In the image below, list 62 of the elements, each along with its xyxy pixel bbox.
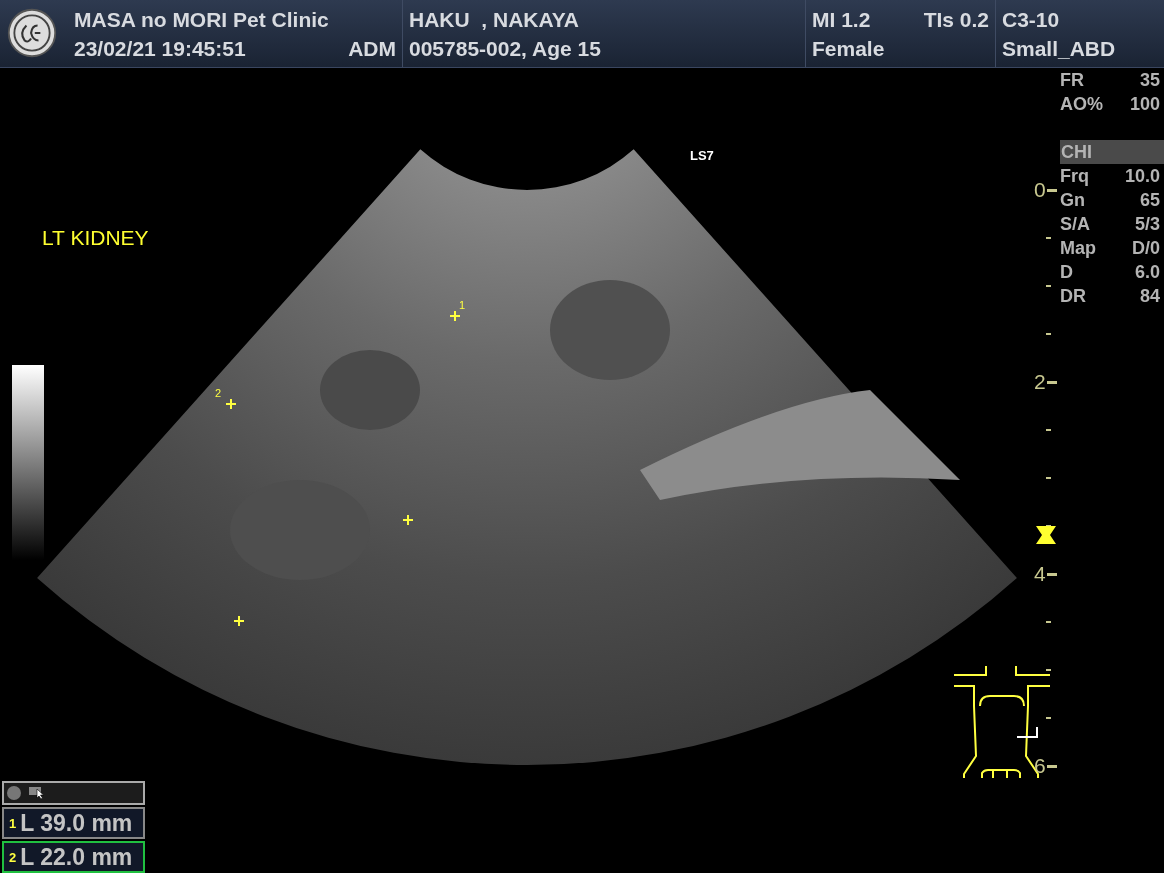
depth-tick xyxy=(1046,285,1051,287)
operator: ADM xyxy=(348,35,396,61)
patient-name: HAKU , NAKAYA xyxy=(409,6,580,32)
parameter-name: D xyxy=(1060,261,1073,284)
parameter-name: FR xyxy=(1060,69,1084,92)
measurement-index: 1 xyxy=(9,815,17,831)
depth-label: 0 xyxy=(1034,178,1046,202)
depth-tick xyxy=(1047,765,1057,768)
measurement-row[interactable]: 2 L 22.0 mm xyxy=(2,841,145,873)
cursor-icon xyxy=(29,786,47,800)
parameter-value: 10.0 xyxy=(1124,165,1160,188)
measurement-row[interactable]: 1 L 39.0 mm xyxy=(2,807,145,839)
depth-tick xyxy=(1046,669,1051,671)
depth-tick xyxy=(1046,717,1051,719)
probe-mark-label: LS7 xyxy=(690,148,714,163)
patient-id: 005785-002, Age 15 xyxy=(409,35,602,61)
parameter-name: Frq xyxy=(1060,165,1089,188)
depth-tick xyxy=(1046,477,1051,479)
parameter-name: AO% xyxy=(1060,93,1103,116)
measurement-value: L 22.0 mm xyxy=(20,843,133,871)
probe-name: C3-10 xyxy=(1002,6,1061,32)
parameter-name: DR xyxy=(1060,285,1086,308)
caliper-cross-icon xyxy=(233,615,245,627)
depth-label: 6 xyxy=(1034,754,1046,778)
mode-header: CHI xyxy=(1060,140,1164,164)
parameter-value: D/0 xyxy=(1132,237,1160,260)
parameter-name: Gn xyxy=(1060,189,1085,212)
depth-tick xyxy=(1046,333,1051,335)
record-icon xyxy=(7,786,21,800)
caliper-label: 1 xyxy=(459,299,466,311)
parameter-name: S/A xyxy=(1060,213,1090,236)
clinic-name: MASA no MORI Pet Clinic xyxy=(74,6,330,32)
depth-tick xyxy=(1046,429,1051,431)
cursor-corner-icon xyxy=(1016,726,1038,738)
parameter-value: 100 xyxy=(1129,93,1160,116)
parameter-name: Map xyxy=(1060,237,1096,260)
depth-tick xyxy=(1047,381,1057,384)
annotation-text: LT KIDNEY xyxy=(42,226,149,250)
parameter-value: 84 xyxy=(1139,285,1160,308)
parameter-value: 6.0 xyxy=(1134,261,1160,284)
parameter-value: 65 xyxy=(1139,189,1160,212)
depth-tick xyxy=(1046,621,1051,623)
depth-label: 2 xyxy=(1034,370,1046,394)
patient-sex: Female xyxy=(812,35,886,61)
measurement-index: 2 xyxy=(9,849,17,865)
parameter-value: 5/3 xyxy=(1134,213,1160,236)
depth-tick xyxy=(1046,237,1051,239)
depth-label: 4 xyxy=(1034,562,1046,586)
thermal-index: TIs 0.2 xyxy=(923,6,989,32)
mechanical-index: MI 1.2 xyxy=(812,6,871,32)
depth-tick xyxy=(1047,573,1057,576)
date-time: 23/02/21 19:45:51 xyxy=(74,35,246,61)
measurement-value: L 39.0 mm xyxy=(20,809,133,837)
parameter-value: 35 xyxy=(1139,69,1160,92)
focus-marker-icon xyxy=(1036,526,1056,544)
depth-tick xyxy=(1047,189,1057,192)
caliper-cross-icon xyxy=(402,514,414,526)
preset-name: Small_ABD xyxy=(1002,35,1117,61)
caliper-label: 2 xyxy=(215,387,222,399)
caliper-cross-icon xyxy=(449,310,461,322)
logo-icon xyxy=(6,7,58,59)
caliper-cross-icon xyxy=(225,398,237,410)
